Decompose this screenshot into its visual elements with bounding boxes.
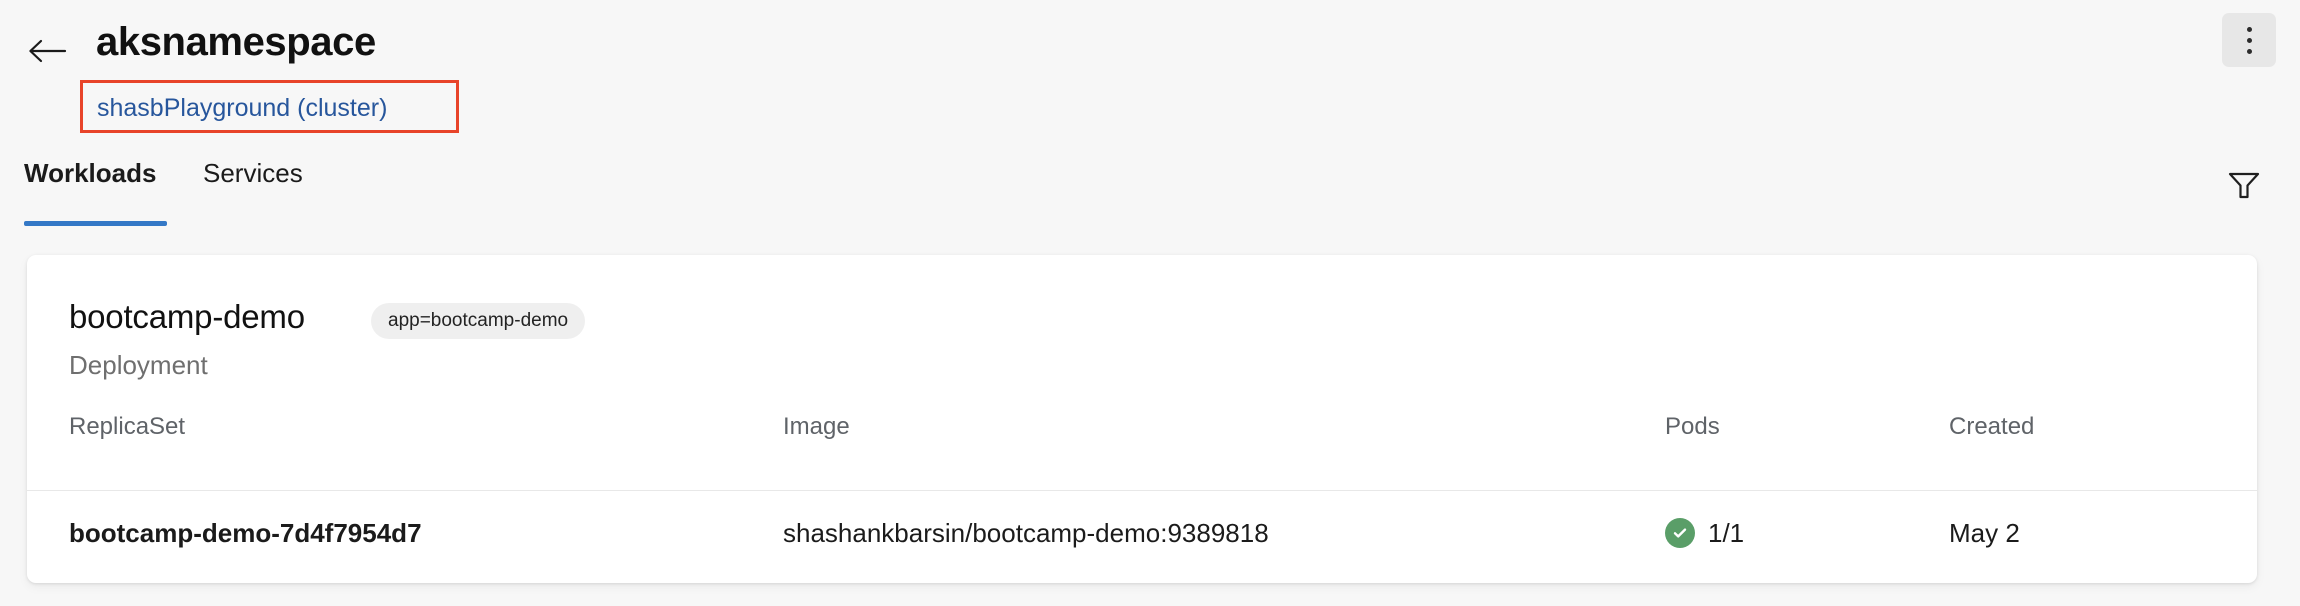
column-header-created: Created	[1949, 413, 2035, 440]
cluster-link[interactable]: shasbPlayground (cluster)	[97, 93, 387, 123]
column-header-image: Image	[783, 413, 850, 440]
filter-funnel-icon	[2227, 169, 2261, 206]
more-vertical-icon-dot-2	[2246, 37, 2252, 43]
table-row[interactable]: bootcamp-demo-7d4f7954d7 shashankbarsin/…	[27, 491, 2257, 583]
workload-card-header: bootcamp-demo app=bootcamp-demo Deployme…	[27, 255, 2257, 490]
more-vertical-icon-dot-1	[2246, 26, 2252, 32]
tab-services[interactable]: Services	[203, 148, 322, 226]
back-button[interactable]	[24, 30, 70, 72]
page-header: aksnamespace shasbPlayground (cluster)	[0, 0, 2300, 140]
cell-created: May 2	[1949, 518, 2020, 548]
column-header-row: ReplicaSet Image Pods Created	[27, 413, 2257, 457]
workload-label-badge: app=bootcamp-demo	[371, 303, 586, 339]
pods-count: 1/1	[1708, 518, 1745, 548]
more-vertical-icon-dot-3	[2246, 48, 2252, 54]
check-circle-icon	[1665, 518, 1695, 548]
filter-button[interactable]	[2218, 162, 2270, 212]
tab-services-label: Services	[203, 158, 303, 188]
workload-title: bootcamp-demo	[69, 298, 305, 335]
arrow-left-icon	[27, 38, 67, 64]
overflow-menu-button[interactable]	[2222, 13, 2276, 67]
cell-image: shashankbarsin/bootcamp-demo:9389818	[783, 518, 1269, 548]
tab-active-indicator	[24, 221, 167, 226]
column-header-pods: Pods	[1665, 413, 1720, 440]
cell-replicaset-name: bootcamp-demo-7d4f7954d7	[69, 518, 422, 548]
cluster-link-annotation: shasbPlayground (cluster)	[80, 80, 459, 133]
workload-kind: Deployment	[69, 350, 208, 380]
tab-workloads[interactable]: Workloads	[24, 148, 167, 226]
cell-pods: 1/1	[1665, 517, 1744, 549]
workload-card[interactable]: bootcamp-demo app=bootcamp-demo Deployme…	[27, 255, 2257, 583]
tab-workloads-label: Workloads	[24, 158, 157, 188]
column-header-replicaset: ReplicaSet	[69, 413, 186, 440]
page-title: aksnamespace	[96, 20, 376, 64]
tab-strip: Workloads Services	[0, 148, 2300, 226]
